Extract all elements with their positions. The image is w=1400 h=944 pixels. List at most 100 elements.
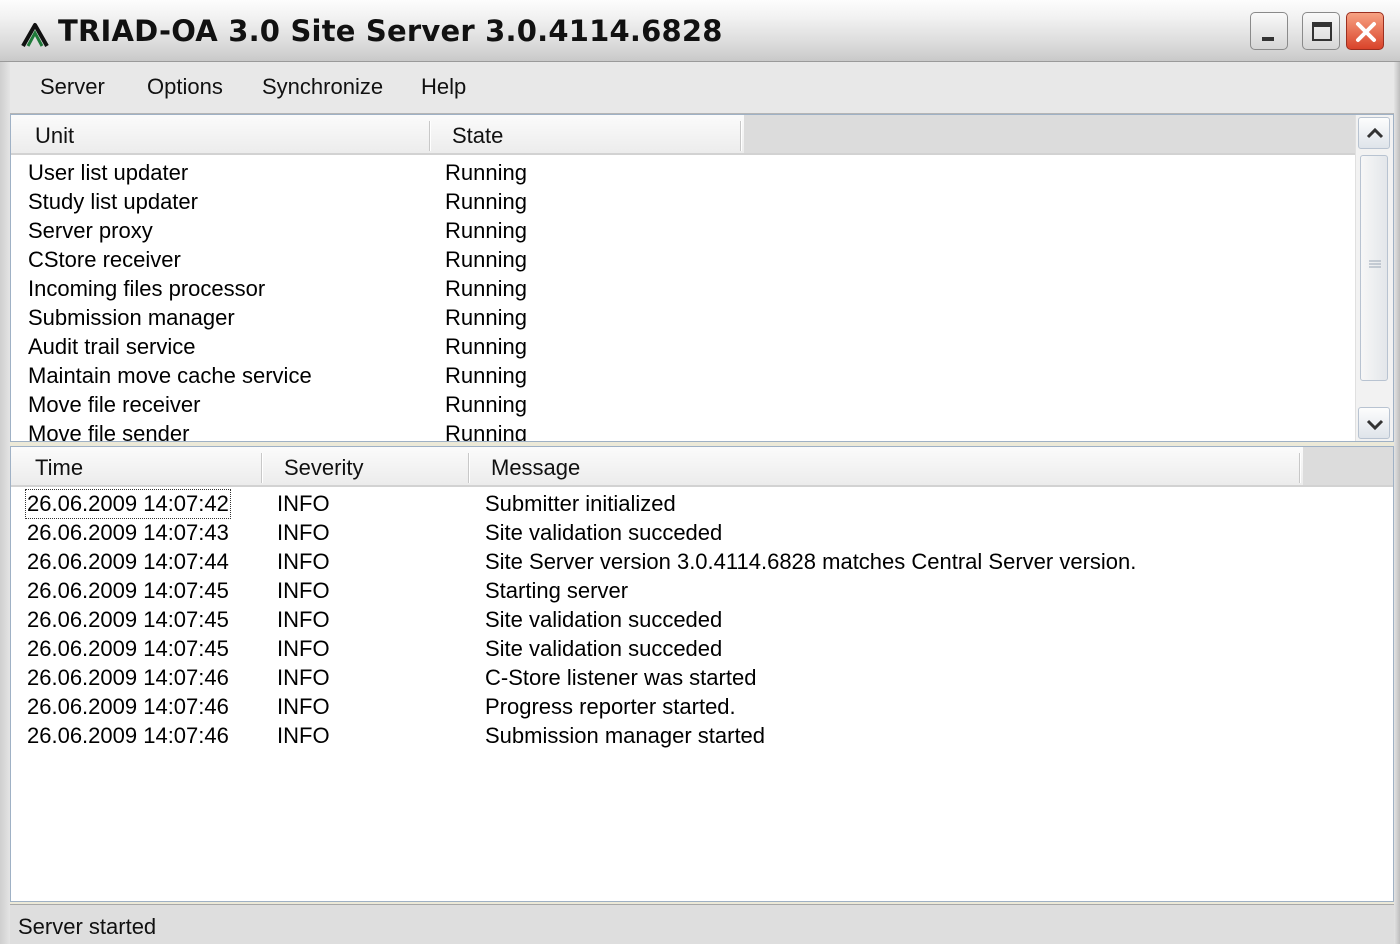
triad-logo-icon [20,20,50,50]
log-severity: INFO [277,665,330,690]
log-message: Starting server [485,578,629,603]
table-row[interactable]: Study list updater Running [11,187,1355,216]
log-severity: INFO [277,694,330,719]
unit-state: Running [445,160,527,185]
column-header-severity[interactable]: Severity [284,455,363,481]
log-message: Site validation succeded [485,636,723,661]
log-message: Submitter initialized [485,491,676,516]
log-severity: INFO [277,723,330,748]
column-header-message[interactable]: Message [491,455,580,481]
menu-options[interactable]: Options [147,74,223,100]
log-row[interactable]: 26.06.2009 14:07:44 INFO Site Server ver… [11,547,1391,576]
unit-state: Running [445,218,527,243]
column-divider[interactable] [429,121,431,151]
table-row[interactable]: User list updater Running [11,158,1355,187]
scroll-down-arrow-icon [1366,419,1384,431]
scroll-up-button[interactable] [1358,117,1390,149]
table-row[interactable]: Submission manager Running [11,303,1355,332]
log-header: Time Severity Message [11,447,1393,487]
units-vertical-scrollbar[interactable] [1355,115,1393,441]
unit-state: Running [445,305,527,330]
log-severity: INFO [277,578,330,603]
header-empty-area [744,115,1355,153]
table-row[interactable]: Move file sender Running [11,419,1355,442]
log-list[interactable]: Time Severity Message 26.06.2009 14:07:4… [10,446,1394,902]
column-divider[interactable] [468,453,470,483]
minimize-button[interactable] [1250,12,1288,50]
log-row[interactable]: 26.06.2009 14:07:46 INFO C-Store listene… [11,663,1391,692]
maximize-button[interactable] [1302,12,1340,50]
unit-state: Running [445,276,527,301]
status-bar: Server started [10,904,1394,944]
log-time: 26.06.2009 14:07:45 [27,636,229,661]
unit-state: Running [445,247,527,272]
column-header-unit[interactable]: Unit [35,123,74,149]
unit-state: Running [445,421,527,442]
log-time: 26.06.2009 14:07:44 [27,549,229,574]
unit-state: Running [445,392,527,417]
log-severity: INFO [277,549,330,574]
unit-name: Server proxy [28,218,153,243]
log-message: Site validation succeded [485,607,723,632]
log-time: 26.06.2009 14:07:45 [27,578,229,603]
log-time: 26.06.2009 14:07:43 [27,520,229,545]
header-empty-area [1303,447,1393,485]
window-title: TRIAD-OA 3.0 Site Server 3.0.4114.6828 [58,14,723,48]
close-button[interactable] [1346,12,1384,50]
table-row[interactable]: Incoming files processor Running [11,274,1355,303]
title-bar[interactable]: TRIAD-OA 3.0 Site Server 3.0.4114.6828 [0,0,1400,62]
menu-help[interactable]: Help [421,74,466,100]
log-time: 26.06.2009 14:07:46 [27,665,229,690]
column-divider[interactable] [1299,453,1301,483]
status-text: Server started [18,914,157,939]
log-time: 26.06.2009 14:07:46 [27,694,229,719]
scroll-thumb[interactable] [1360,155,1388,381]
unit-name: Study list updater [28,189,198,214]
menu-bar: Server Options Synchronize Help [10,62,1394,114]
log-message: Site Server version 3.0.4114.6828 matche… [485,549,1137,574]
units-list[interactable]: Unit State User list updater Running Stu… [10,114,1394,442]
scroll-up-arrow-icon [1366,127,1384,139]
log-row[interactable]: 26.06.2009 14:07:45 INFO Site validation… [11,634,1391,663]
table-row[interactable]: Move file receiver Running [11,390,1355,419]
scroll-down-button[interactable] [1358,407,1390,439]
table-row[interactable]: Maintain move cache service Running [11,361,1355,390]
log-time: 26.06.2009 14:07:46 [27,723,229,748]
log-row[interactable]: 26.06.2009 14:07:46 INFO Submission mana… [11,721,1391,750]
table-row[interactable]: Audit trail service Running [11,332,1355,361]
log-time: 26.06.2009 14:07:42 [25,489,231,519]
unit-name: Audit trail service [28,334,196,359]
unit-name: Submission manager [28,305,235,330]
unit-state: Running [445,189,527,214]
table-row[interactable]: CStore receiver Running [11,245,1355,274]
log-row[interactable]: 26.06.2009 14:07:42 INFO Submitter initi… [11,489,1391,519]
log-message: C-Store listener was started [485,665,757,690]
log-message: Progress reporter started. [485,694,736,719]
unit-name: Incoming files processor [28,276,266,301]
grip-icon [1369,260,1381,268]
log-row[interactable]: 26.06.2009 14:07:46 INFO Progress report… [11,692,1391,721]
menu-server[interactable]: Server [40,74,105,100]
log-row[interactable]: 26.06.2009 14:07:43 INFO Site validation… [11,518,1391,547]
application-window: TRIAD-OA 3.0 Site Server 3.0.4114.6828 S… [0,0,1400,944]
unit-state: Running [445,363,527,388]
column-divider[interactable] [740,121,742,151]
minimize-icon [1262,37,1274,41]
log-severity: INFO [277,491,330,516]
log-severity: INFO [277,520,330,545]
menu-synchronize[interactable]: Synchronize [262,74,383,100]
unit-name: Move file sender [28,421,190,442]
log-row[interactable]: 26.06.2009 14:07:45 INFO Starting server [11,576,1391,605]
log-row[interactable]: 26.06.2009 14:07:45 INFO Site validation… [11,605,1391,634]
column-header-time[interactable]: Time [35,455,83,481]
log-time: 26.06.2009 14:07:45 [27,607,229,632]
units-header: Unit State [11,115,1393,155]
window-border-left [0,62,10,944]
unit-name: Maintain move cache service [28,363,312,388]
log-severity: INFO [277,607,330,632]
close-icon [1356,22,1376,42]
table-row[interactable]: Server proxy Running [11,216,1355,245]
column-divider[interactable] [261,453,263,483]
column-header-state[interactable]: State [452,123,503,149]
window-border-right [1394,62,1400,944]
